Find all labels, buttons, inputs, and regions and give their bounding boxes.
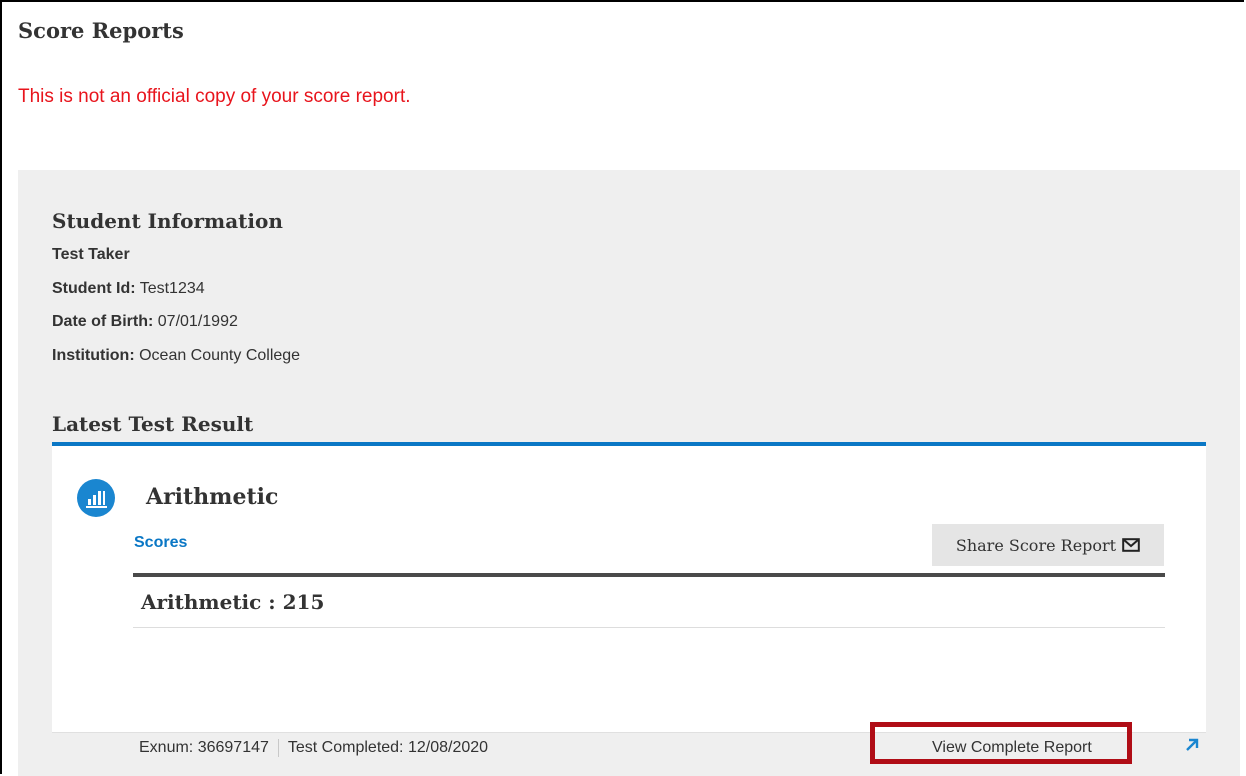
latest-test-result-heading: Latest Test Result — [52, 412, 254, 436]
disclaimer-text: This is not an official copy of your sco… — [18, 86, 411, 107]
test-completed-date: 12/08/2020 — [407, 739, 489, 756]
institution-line: Institution: Ocean County College — [52, 347, 300, 365]
date-of-birth-label: Date of Birth: — [52, 313, 154, 330]
bar-chart-icon-graphic — [86, 491, 107, 508]
bar-chart-icon — [77, 479, 115, 517]
date-of-birth-line: Date of Birth: 07/01/1992 — [52, 313, 238, 331]
external-link-icon[interactable] — [1182, 735, 1202, 755]
exnum-label: Exnum: — [139, 739, 194, 756]
scores-divider — [133, 573, 1165, 577]
exnum-value: 36697147 — [197, 739, 269, 756]
institution-value: Ocean County College — [139, 347, 301, 364]
envelope-icon — [1122, 538, 1140, 552]
student-id-label: Student Id: — [52, 280, 136, 297]
student-id-value: Test1234 — [139, 280, 205, 297]
share-score-report-button[interactable]: Share Score Report — [932, 524, 1164, 566]
test-meta: Exnum: 36697147 Test Completed: 12/08/20… — [139, 739, 488, 757]
score-divider — [133, 627, 1165, 628]
view-complete-report-link[interactable]: View Complete Report — [932, 739, 1092, 757]
scores-link[interactable]: Scores — [134, 534, 187, 552]
test-name: Arithmetic — [146, 484, 279, 510]
arithmetic-score: Arithmetic : 215 — [141, 590, 325, 614]
student-information-heading: Student Information — [52, 209, 283, 233]
external-link-icon-graphic — [1186, 738, 1199, 751]
meta-separator — [277, 739, 279, 757]
page-title: Score Reports — [18, 18, 184, 43]
date-of-birth-value: 07/01/1992 — [157, 313, 238, 330]
share-score-report-label: Share Score Report — [955, 535, 1117, 555]
student-id-line: Student Id: Test1234 — [52, 280, 205, 298]
test-completed-label: Test Completed: — [287, 739, 404, 756]
institution-label: Institution: — [52, 347, 135, 364]
student-name: Test Taker — [52, 246, 130, 263]
